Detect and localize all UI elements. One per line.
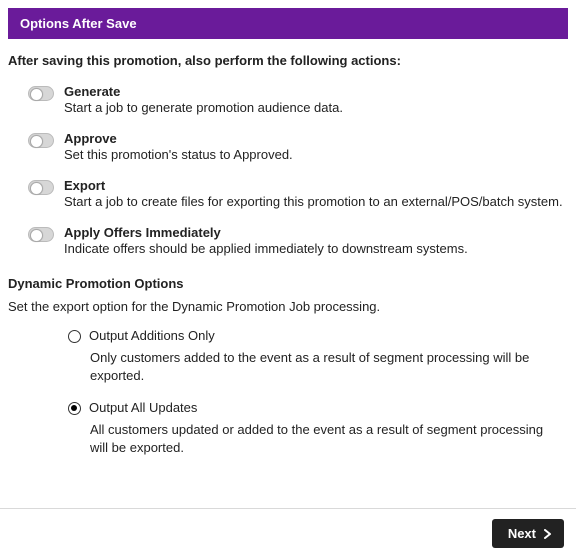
toggle-title-export: Export bbox=[64, 178, 568, 193]
radio-output-additions-only[interactable] bbox=[68, 330, 81, 343]
toggle-row-approve: Approve Set this promotion's status to A… bbox=[0, 125, 576, 172]
toggle-desc-generate: Start a job to generate promotion audien… bbox=[64, 100, 568, 115]
radio-desc-all-updates: All customers updated or added to the ev… bbox=[0, 419, 576, 468]
toggle-title-apply-offers: Apply Offers Immediately bbox=[64, 225, 568, 240]
toggle-export[interactable] bbox=[28, 180, 54, 195]
toggle-row-apply-offers: Apply Offers Immediately Indicate offers… bbox=[0, 219, 576, 266]
footer: Next bbox=[0, 508, 576, 558]
radio-output-all-updates[interactable] bbox=[68, 402, 81, 415]
radio-desc-additions: Only customers added to the event as a r… bbox=[0, 347, 576, 396]
toggle-row-generate: Generate Start a job to generate promoti… bbox=[0, 78, 576, 125]
toggle-apply-offers[interactable] bbox=[28, 227, 54, 242]
chevron-right-icon bbox=[544, 529, 552, 539]
toggle-desc-apply-offers: Indicate offers should be applied immedi… bbox=[64, 241, 568, 256]
toggle-title-generate: Generate bbox=[64, 84, 568, 99]
toggle-title-approve: Approve bbox=[64, 131, 568, 146]
radio-label-all-updates: Output All Updates bbox=[89, 400, 197, 415]
toggle-generate[interactable] bbox=[28, 86, 54, 101]
toggle-row-export: Export Start a job to create files for e… bbox=[0, 172, 576, 219]
next-button-label: Next bbox=[508, 526, 536, 541]
radio-label-additions: Output Additions Only bbox=[89, 328, 215, 343]
radio-row-all-updates: Output All Updates bbox=[0, 396, 576, 419]
panel-header: Options After Save bbox=[8, 8, 568, 39]
toggle-desc-approve: Set this promotion's status to Approved. bbox=[64, 147, 568, 162]
radio-row-additions: Output Additions Only bbox=[0, 324, 576, 347]
dynamic-heading: Dynamic Promotion Options bbox=[0, 266, 576, 295]
dynamic-sub: Set the export option for the Dynamic Pr… bbox=[0, 295, 576, 324]
section-intro: After saving this promotion, also perfor… bbox=[0, 39, 576, 78]
toggle-approve[interactable] bbox=[28, 133, 54, 148]
toggle-desc-export: Start a job to create files for exportin… bbox=[64, 194, 568, 209]
next-button[interactable]: Next bbox=[492, 519, 564, 548]
